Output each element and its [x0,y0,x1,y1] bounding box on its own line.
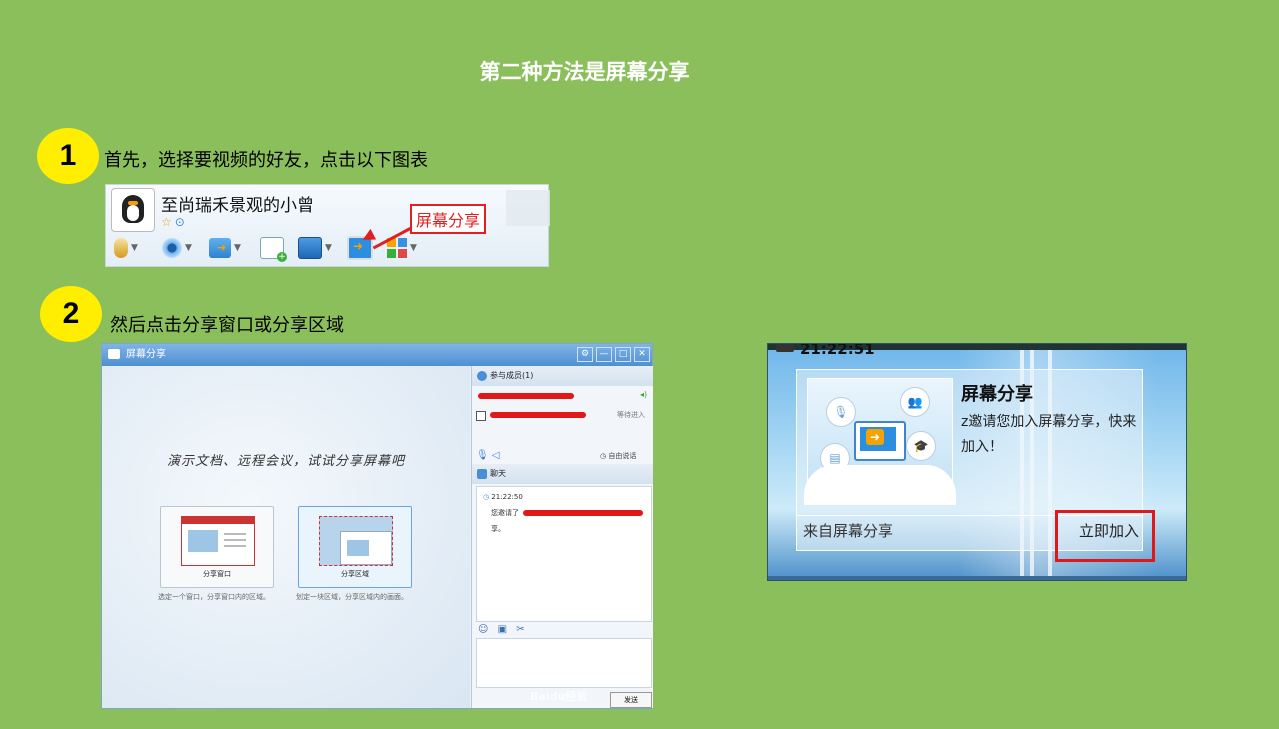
share-window-label: 分享窗口 [203,570,231,578]
screen-share-window: 屏幕分享 ⚙ — □ ✕ 演示文档、远程会议，试试分享屏幕吧 分享窗口 选定一个… [101,343,653,709]
screen-share-illustration: 🎙 👥 ▤ 🎓 ➜ [804,378,956,505]
chevron-down-icon: ▼ [131,243,138,253]
popup-title: 屏幕分享 [961,384,1033,405]
create-discussion-button[interactable]: + [260,235,287,262]
share-window-desc: 选定一个窗口，分享窗口内的区域。 [158,593,270,601]
chat-add-icon: + [260,237,287,262]
qq-penguin-icon [122,195,144,223]
chat-invite-message: 您邀请了 [491,509,519,517]
send-file-button[interactable]: ➜ ▼ [209,235,241,261]
minimize-button[interactable]: — [596,347,612,362]
window-illustration-icon [181,516,255,566]
popup-message: z邀请您加入屏幕分享，快来加入！ [961,414,1137,455]
group-bubble-icon: 👥 [900,387,930,417]
microphone-icon: 🎙 [476,450,489,461]
free-speak-toggle[interactable]: ◷ 自由说话 [600,451,636,461]
audio-controls[interactable]: 🎙 ◁ [476,450,500,461]
step-1-text: 首先，选择要视频的好友，点击以下图表 [104,150,428,171]
qzone-icon: ⊙ [174,215,185,229]
microphone-icon [114,238,128,258]
cloud-shape [804,465,956,505]
close-button[interactable]: ✕ [634,347,650,362]
chat-header: 聊天 [472,464,653,484]
region-illustration-icon [319,516,393,566]
video-call-button[interactable]: ▼ [162,235,192,261]
redacted-member-name [478,393,574,399]
apps-grid-icon [387,238,407,258]
member-status: 等待进入 [617,411,645,419]
share-window-option[interactable]: 分享窗口 [160,506,274,588]
remote-assist-button[interactable]: ▼ [298,235,332,261]
friend-avatar[interactable] [111,188,155,232]
share-slogan: 演示文档、远程会议，试试分享屏幕吧 [166,454,405,469]
redacted-member-name-2 [490,412,586,418]
window-title: 屏幕分享 [126,349,166,360]
redacted-invite-target [523,510,643,516]
step-2-text: 然后点击分享窗口或分享区域 [110,315,344,336]
chevron-down-icon: ▼ [325,243,332,253]
emoji-icon[interactable]: ☺ [478,624,488,635]
chat-input[interactable] [476,638,652,688]
baidu-watermark: Baidu经验 [530,690,588,703]
share-region-option[interactable]: 分享区域 [298,506,412,588]
member-avatar [476,411,486,421]
qq-chat-toolbar-screenshot: 至尚瑞禾景观的小曾 ☆ ⊙ ▼ ▼ ➜ ▼ + ▼ ➜ ▼ 屏幕分享 [105,184,550,267]
microphone-bubble-icon: 🎙 [826,397,856,427]
clock-icon: ◷ [483,493,490,501]
scissors-icon[interactable]: ✂ [516,624,524,635]
education-bubble-icon: 🎓 [906,431,936,461]
sidebar-panel: 参与成员(1) ◂) 等待进入 🎙 ◁ ◷ 自由说话 聊天 ◷ 21:22:50… [471,366,653,708]
friend-status-icons: ☆ ⊙ [161,215,185,229]
share-invitation-screenshot: 21:22:51 🎙 👥 ▤ 🎓 ➜ 屏幕分享 z邀请您加入屏幕分享，快来加入！… [767,343,1187,581]
monitor-icon [108,349,120,359]
chevron-down-icon: ▼ [410,243,417,253]
share-region-desc: 划定一块区域，分享区域内的画面。 [296,593,408,601]
chat-timestamp: ◷ 21:22:50 [483,493,523,501]
share-options-panel: 演示文档、远程会议，试试分享屏幕吧 分享窗口 选定一个窗口，分享窗口内的区域。 … [102,366,470,708]
window-titlebar[interactable]: 屏幕分享 ⚙ — □ ✕ [102,344,652,366]
settings-button[interactable]: ⚙ [577,347,593,362]
chat-tools: ☺ ▣ ✂ [478,624,525,635]
join-highlight-box [1055,510,1155,562]
chevron-down-icon: ▼ [185,243,192,253]
clock-icon [776,344,794,352]
step-2-badge: 2 [40,286,102,342]
members-icon [477,371,487,381]
maximize-button[interactable]: □ [615,347,631,362]
monitor-share-icon: ➜ [854,421,906,461]
free-speak-icon: ◷ [600,452,607,460]
screen-share-callout: 屏幕分享 [410,204,487,234]
blurred-avatar-area [506,190,550,226]
chevron-down-icon: ▼ [234,243,241,253]
send-button[interactable]: 发送 [610,692,652,708]
members-header: 参与成员(1) [472,366,653,386]
webcam-icon [162,238,182,258]
chat-history: ◷ 21:22:50 您邀请了 享。 [476,486,652,622]
speaker-icon: ◂) [640,390,648,399]
image-icon[interactable]: ▣ [498,624,507,635]
speaker-icon: ◁ [491,450,500,461]
popup-source: 来自屏幕分享 [803,522,894,540]
slide-title: 第二种方法是屏幕分享 [479,59,690,84]
step-1-badge: 1 [37,128,99,184]
remote-desktop-icon [298,237,322,259]
share-region-label: 分享区域 [341,570,369,578]
folder-icon: ➜ [209,238,231,258]
chat-invite-tail: 享。 [491,525,505,533]
voice-call-button[interactable]: ▼ [114,235,138,261]
popup-time: 21:22:51 [800,343,875,358]
friend-name: 至尚瑞禾景观的小曾 [161,196,314,216]
star-icon: ☆ [161,215,172,229]
chat-icon [477,469,487,479]
